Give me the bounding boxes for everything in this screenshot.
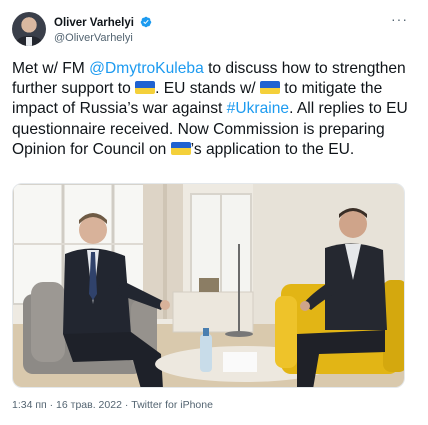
ukraine-flag-icon bbox=[170, 141, 191, 155]
tweet-timestamp[interactable]: 1:34 пп · 16 трав. 2022 · Twitter for iP… bbox=[12, 398, 213, 412]
author-handle[interactable]: @OliverVarhelyi bbox=[54, 31, 152, 45]
author-names: Oliver Varhelyi @OliverVarhelyi bbox=[54, 13, 152, 45]
tweet-header: Oliver Varhelyi @OliverVarhelyi ··· bbox=[12, 10, 416, 50]
hashtag-link[interactable]: #Ukraine bbox=[227, 100, 289, 117]
tweet-text: Met w/ FM @DmytroKuleba to discuss how t… bbox=[12, 59, 417, 160]
avatar[interactable] bbox=[12, 12, 46, 46]
tweet-text-segment: Met w/ FM bbox=[12, 60, 90, 77]
ukraine-flag-icon bbox=[135, 81, 156, 95]
tweet-card[interactable]: Oliver Varhelyi @OliverVarhelyi ··· Met … bbox=[0, 0, 428, 425]
tweet-text-segment: . EU stands w/ bbox=[155, 80, 260, 98]
verified-badge-icon bbox=[141, 16, 152, 28]
more-options-icon[interactable]: ··· bbox=[391, 12, 408, 26]
tweet-photo[interactable] bbox=[12, 183, 405, 388]
ukraine-flag-icon bbox=[259, 81, 280, 95]
photo-meeting-scene bbox=[13, 184, 404, 387]
tweet-text-segment: ’s application to the EU. bbox=[190, 140, 355, 158]
author-display-name[interactable]: Oliver Varhelyi bbox=[54, 16, 134, 30]
mention-link[interactable]: @DmytroKuleba bbox=[89, 60, 204, 77]
